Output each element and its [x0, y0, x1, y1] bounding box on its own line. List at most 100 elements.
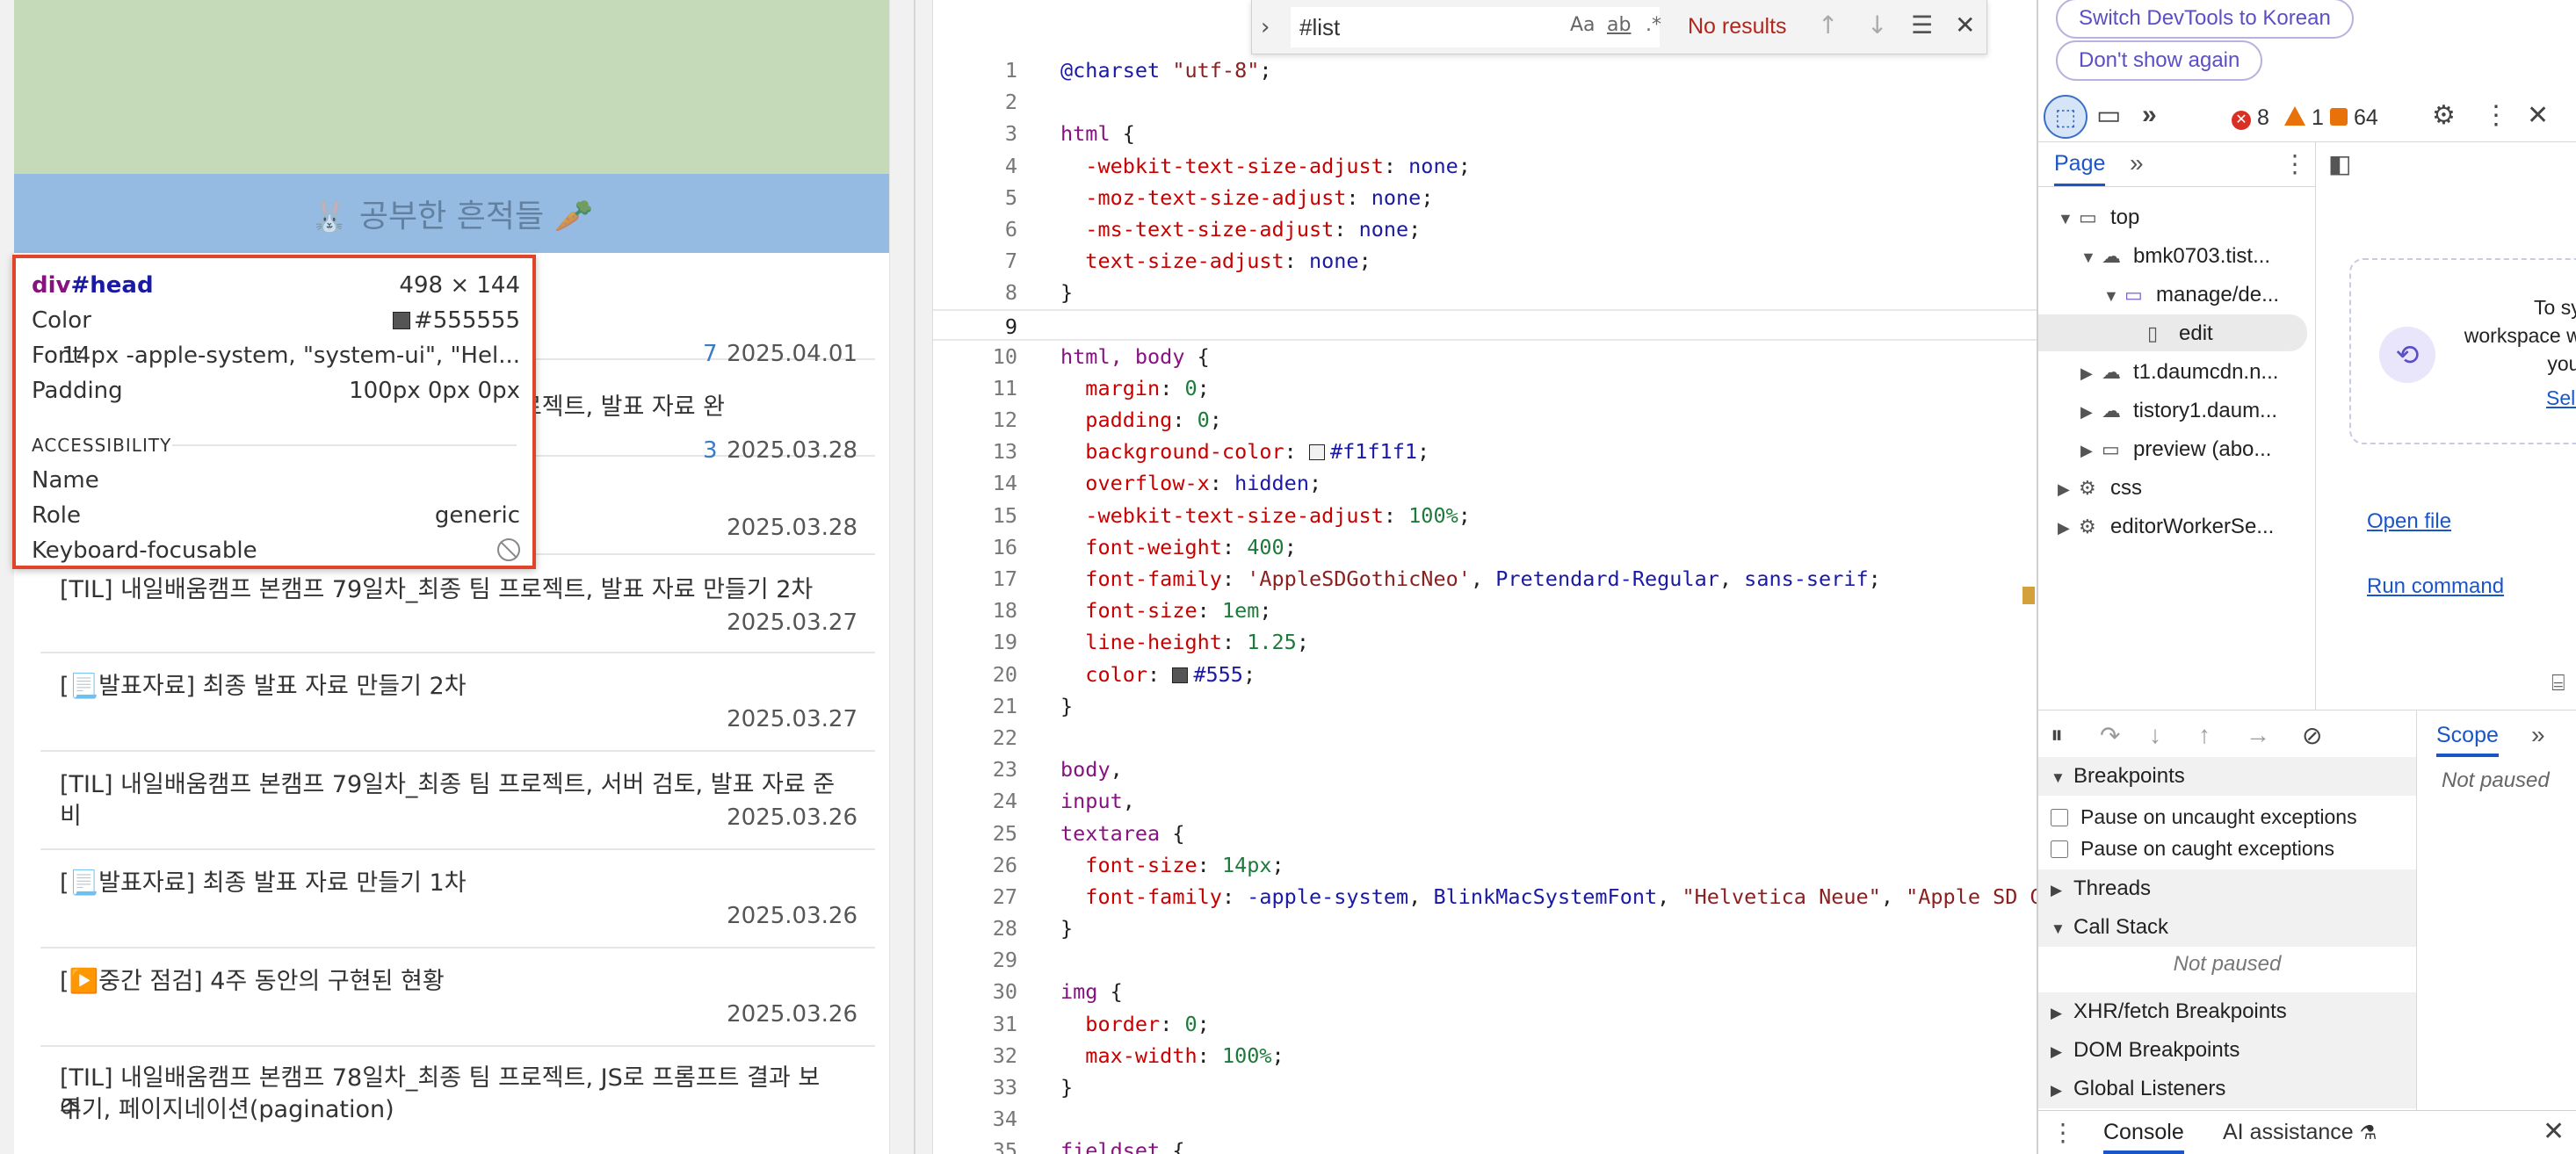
- code-line: 28}: [992, 916, 1074, 941]
- pause-caught-checkbox[interactable]: Pause on caught exceptions: [2051, 833, 2428, 864]
- role-label: Role: [32, 502, 82, 529]
- section-xhr-breakpoints[interactable]: ▶ XHR/fetch Breakpoints: [2038, 992, 2416, 1031]
- open-file-link[interactable]: Open file: [2367, 509, 2451, 534]
- workspace-select-link[interactable]: Sele: [2546, 386, 2576, 410]
- step-into-icon[interactable]: ↓: [2149, 721, 2161, 749]
- toggle-drawer-icon[interactable]: ⌸: [2551, 669, 2565, 697]
- step-over-icon[interactable]: ↷: [2100, 721, 2120, 750]
- chevron-right-icon[interactable]: ›: [1261, 14, 1270, 40]
- list-item[interactable]: [📃발표자료] 최종 발표 자료 만들기 1차 2025.03.26: [40, 850, 875, 948]
- tab-console[interactable]: Console: [2103, 1120, 2184, 1154]
- warning-count[interactable]: 1: [2284, 105, 2324, 131]
- close-icon[interactable]: ✕: [2527, 100, 2549, 131]
- devtools-panel: Switch DevTools to Korean Don't show aga…: [2037, 0, 2576, 1154]
- tree-item-domain[interactable]: ▼ ☁ bmk0703.tist...: [2080, 239, 2270, 274]
- kebab-menu-icon[interactable]: ⋮: [2483, 100, 2509, 131]
- cloud-icon: ☁: [2102, 400, 2121, 422]
- section-breakpoints[interactable]: ▼ Breakpoints: [2038, 757, 2416, 796]
- arrow-down-icon[interactable]: ↓: [1867, 11, 1887, 40]
- list-item[interactable]: [TIL] 내일배움캠프 본캠프 79일차_최종 팀 프로젝트, 발표 자료 만…: [40, 555, 875, 653]
- close-icon[interactable]: ✕: [1955, 11, 1975, 40]
- element-selector: div#head: [32, 272, 154, 299]
- tab-page[interactable]: Page: [2054, 151, 2106, 187]
- code-line: 6 -ms-text-size-adjust: none;: [1004, 216, 1422, 242]
- tree-item-frame[interactable]: ▶ ▭ preview (abo...: [2080, 432, 2271, 467]
- source-editor[interactable]: 1 @charset "utf-8"; 2 3 html { 4 -webkit-t…: [914, 0, 2055, 1154]
- editor-left-gutter: [915, 0, 933, 1154]
- code-line: 4 -webkit-text-size-adjust: none;: [1004, 153, 1471, 178]
- color-swatch: [392, 312, 410, 329]
- post-title-continued: 주기, 페이지네이션(pagination): [60, 1096, 394, 1123]
- list-item[interactable]: [📃발표자료] 최종 발표 자료 만들기 2차 2025.03.27: [40, 653, 875, 752]
- dont-show-again-button[interactable]: Don't show again: [2056, 40, 2263, 81]
- divider: [172, 444, 517, 446]
- issue-count[interactable]: 64: [2330, 105, 2378, 131]
- code-line: 19 line-height: 1.25;: [992, 630, 1309, 655]
- tab-scope[interactable]: Scope: [2436, 723, 2499, 757]
- run-command-link[interactable]: Run command: [2367, 574, 2504, 599]
- post-date: 2025.03.26: [727, 1001, 857, 1028]
- pause-icon[interactable]: ⏸: [2051, 721, 2063, 750]
- call-stack-empty-text: Not paused: [2173, 952, 2282, 976]
- code-line: 17 font-family: 'AppleSDGothicNeo', Pret…: [992, 566, 1881, 591]
- step-icon[interactable]: →: [2246, 721, 2270, 749]
- inspect-element-icon[interactable]: ⬚: [2044, 95, 2088, 139]
- more-tabs-icon[interactable]: »: [2531, 721, 2545, 749]
- device-toolbar-icon[interactable]: ▭: [2096, 100, 2121, 131]
- more-tabs-icon[interactable]: »: [2142, 100, 2157, 130]
- code-line: 2: [1004, 90, 1017, 115]
- workspace-sync-card: ⟲ To sync workspace with your s Sele: [2349, 258, 2576, 444]
- tab-ai-assistance[interactable]: AI assistance ⚗: [2223, 1120, 2377, 1145]
- whole-word-toggle[interactable]: ab: [1607, 14, 1631, 36]
- keyboard-focusable-label: Keyboard-focusable: [32, 537, 257, 564]
- color-swatch[interactable]: [1308, 444, 1325, 461]
- tree-item-domain[interactable]: ▶ ☁ t1.daumcdn.n...: [2080, 355, 2278, 390]
- section-call-stack[interactable]: ▼ Call Stack: [2038, 908, 2416, 947]
- replace-toggle-icon[interactable]: ☰: [1911, 11, 1933, 40]
- tree-item-folder[interactable]: ▼ ▭ manage/de...: [2103, 278, 2279, 313]
- sources-navigator: Page » ⋮ ▼ ▭ top ▼ ☁ bmk0703.tist... ▼ ▭ manag…: [2038, 142, 2316, 710]
- color-value: #555555: [392, 306, 520, 335]
- code-line: 7 text-size-adjust: none;: [1004, 249, 1371, 274]
- tree-item-top[interactable]: ▼ ▭ top: [2058, 200, 2139, 235]
- section-global-listeners[interactable]: ▶ Global Listeners: [2038, 1070, 2416, 1108]
- color-swatch[interactable]: [1172, 667, 1189, 683]
- kebab-menu-icon[interactable]: ⋮: [2051, 1118, 2075, 1147]
- list-item[interactable]: [▶️중간 점검] 4주 동안의 구현된 현황 2025.03.26: [40, 948, 875, 1047]
- name-label: Name: [32, 467, 99, 494]
- arrow-up-icon[interactable]: ↑: [1818, 11, 1838, 40]
- tree-item-domain[interactable]: ▶ ☁ tistory1.daum...: [2080, 393, 2277, 429]
- close-icon[interactable]: ✕: [2543, 1116, 2565, 1147]
- post-date: 2025.03.26: [727, 804, 857, 831]
- list-item[interactable]: [TIL] 내일배움캠프 본캠프 79일차_최종 팀 프로젝트, 서버 검토, …: [40, 752, 875, 850]
- code-area[interactable]: 1 @charset "utf-8"; 2 3 html { 4 -webkit-t…: [933, 54, 2055, 1154]
- frame-icon: ▭: [2102, 438, 2120, 460]
- code-line: 11 margin: 0;: [992, 375, 1210, 400]
- collapse-sidebar-icon[interactable]: ◧: [2328, 149, 2351, 178]
- search-input[interactable]: [1291, 7, 1660, 47]
- section-threads[interactable]: ▶ Threads: [2038, 869, 2416, 908]
- tree-item-file[interactable]: ▯ edit: [2147, 316, 2213, 351]
- post-title: [📃발표자료] 최종 발표 자료 만들기 2차: [60, 673, 467, 700]
- deactivate-breakpoints-icon[interactable]: ⊘: [2302, 721, 2322, 750]
- scope-empty-text: Not paused: [2442, 768, 2550, 792]
- tree-item-worker[interactable]: ▶ ⚙ css: [2058, 471, 2142, 506]
- post-date: 2025.03.27: [727, 706, 857, 732]
- more-tabs-icon[interactable]: »: [2130, 149, 2144, 177]
- regex-toggle[interactable]: .*: [1646, 14, 1661, 36]
- warning-icon: [2284, 106, 2305, 126]
- match-case-toggle[interactable]: Aa: [1570, 14, 1596, 36]
- list-item[interactable]: [TIL] 내일배움캠프 본캠프 78일차_최종 팀 프로젝트, JS로 프롬프…: [40, 1047, 875, 1152]
- step-out-icon[interactable]: ↑: [2198, 721, 2211, 749]
- tree-item-worker[interactable]: ▶ ⚙ editorWorkerSe...: [2058, 509, 2274, 545]
- switch-language-button[interactable]: Switch DevTools to Korean: [2056, 0, 2354, 39]
- padding-label: Padding: [32, 378, 123, 404]
- gear-icon[interactable]: ⚙: [2432, 100, 2456, 131]
- not-allowed-icon: [497, 536, 520, 566]
- kebab-menu-icon[interactable]: ⋮: [2283, 149, 2307, 178]
- section-dom-breakpoints[interactable]: ▶ DOM Breakpoints: [2038, 1031, 2416, 1070]
- error-count[interactable]: ✕ 8: [2232, 105, 2269, 131]
- cloud-icon: ☁: [2102, 361, 2121, 383]
- pause-uncaught-checkbox[interactable]: Pause on uncaught exceptions: [2051, 801, 2428, 833]
- page-scrollbar[interactable]: [889, 0, 914, 1154]
